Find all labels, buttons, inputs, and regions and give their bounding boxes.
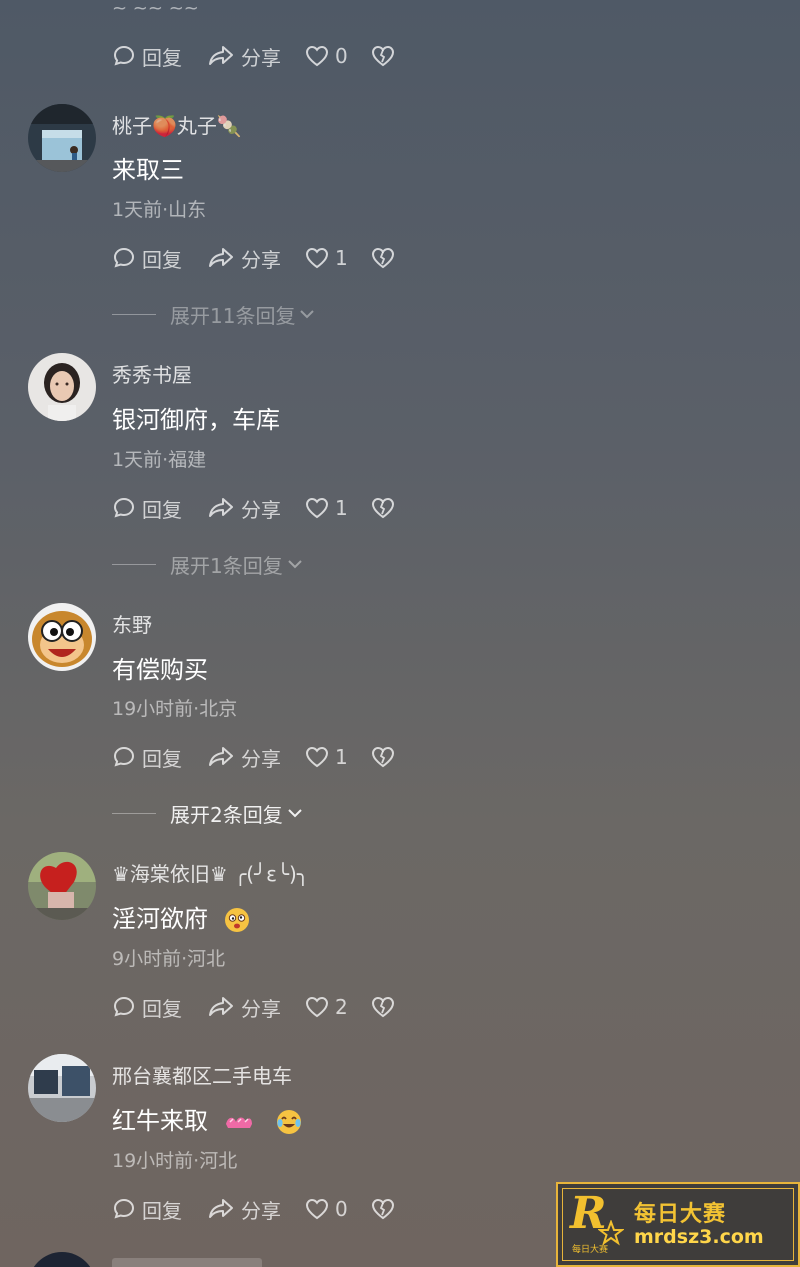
comment-meta: 9小时前·河北 — [112, 948, 226, 970]
action-row: 回复 分享 1 — [112, 493, 401, 523]
share-arrow-icon — [209, 747, 233, 766]
heart-icon — [305, 1198, 329, 1220]
dizzy-face-emoji-icon — [224, 908, 249, 932]
dislike-button[interactable] — [371, 746, 401, 768]
share-button[interactable]: 分享 — [207, 743, 305, 772]
divider — [112, 313, 156, 315]
share-arrow-icon — [209, 248, 233, 267]
comment-meta: 1天前·福建 — [112, 449, 207, 471]
broken-heart-icon — [371, 45, 395, 67]
logo-url: mrdsz3.com — [634, 1226, 764, 1248]
like-button[interactable]: 1 — [305, 496, 371, 520]
action-row: 回复 分享 1 — [112, 243, 401, 273]
reply-button[interactable]: 回复 — [112, 42, 207, 71]
red-bull-sticker-icon — [225, 1117, 252, 1128]
next-avatar-partial — [28, 1252, 96, 1267]
broken-heart-icon — [371, 247, 395, 269]
logo-name: 每日大赛 — [634, 1202, 727, 1227]
avatar[interactable] — [28, 603, 96, 671]
expand-replies-button[interactable]: 展开11条回复 — [112, 301, 315, 328]
reply-button[interactable]: 回复 — [112, 993, 207, 1022]
chevron-down-icon — [300, 310, 315, 319]
comment-bubble-icon — [113, 497, 135, 518]
like-button[interactable]: 1 — [305, 745, 371, 769]
heart-icon — [305, 247, 329, 269]
heart-icon — [305, 996, 329, 1018]
reply-button[interactable]: 回复 — [112, 1195, 207, 1224]
comment-text: 有偿购买 — [112, 656, 208, 684]
comment-bubble-icon — [113, 1198, 135, 1219]
comment-username[interactable]: 邢台襄都区二手电车 — [112, 1060, 292, 1089]
broken-heart-icon — [371, 996, 395, 1018]
chevron-down-icon — [288, 560, 302, 569]
dislike-button[interactable] — [371, 497, 401, 519]
action-row: 回复 分享 1 — [112, 742, 401, 772]
comment-username[interactable]: 秀秀书屋 — [112, 359, 192, 388]
next-username-partial — [112, 1258, 272, 1267]
avatar[interactable] — [28, 353, 96, 421]
heart-icon — [305, 45, 329, 67]
broken-heart-icon — [371, 497, 395, 519]
share-arrow-icon — [209, 997, 233, 1016]
comment-username[interactable]: 东野 — [112, 609, 152, 638]
comment-text: 淫河欲府 — [112, 899, 250, 934]
action-row: 回复 分享 2 — [112, 992, 401, 1022]
action-row: 回复 分享 0 — [112, 41, 401, 71]
comment-text: 红牛来取 — [112, 1101, 303, 1136]
comment-meta: 1天前·山东 — [112, 199, 207, 221]
reply-button[interactable]: 回复 — [112, 743, 207, 772]
divider — [112, 812, 156, 814]
watermark-logo: R 每日大赛 每日大赛 mrdsz3.com — [556, 1182, 800, 1267]
share-arrow-icon — [209, 498, 233, 517]
comment-meta: 19小时前·河北 — [112, 1150, 238, 1172]
comment-bubble-icon — [113, 45, 135, 66]
share-button[interactable]: 分享 — [207, 244, 305, 273]
comment-text: 银河御府，车库 — [112, 406, 280, 434]
chevron-down-icon — [288, 809, 302, 818]
comment-text: 来取三 — [112, 156, 184, 184]
crying-laughing-emoji-icon — [277, 1110, 302, 1134]
broken-heart-icon — [371, 746, 395, 768]
share-button[interactable]: 分享 — [207, 1195, 305, 1224]
dislike-button[interactable] — [371, 45, 401, 67]
like-button[interactable]: 1 — [305, 246, 371, 270]
comment-bubble-icon — [113, 746, 135, 767]
logo-small-text: 每日大赛 — [572, 1245, 609, 1255]
share-button[interactable]: 分享 — [207, 993, 305, 1022]
clipped-previous-meta: ~ ~~ ~~ — [112, 0, 199, 14]
like-button[interactable]: 0 — [305, 44, 371, 68]
like-button[interactable]: 2 — [305, 995, 371, 1019]
avatar[interactable] — [28, 104, 96, 172]
broken-heart-icon — [371, 1198, 395, 1220]
dislike-button[interactable] — [371, 247, 401, 269]
comment-bubble-icon — [113, 996, 135, 1017]
heart-icon — [305, 746, 329, 768]
heart-icon — [305, 497, 329, 519]
dislike-button[interactable] — [371, 996, 401, 1018]
avatar[interactable] — [28, 1054, 96, 1122]
comment-bubble-icon — [113, 247, 135, 268]
like-button[interactable]: 0 — [305, 1197, 371, 1221]
expand-replies-button[interactable]: 展开1条回复 — [112, 551, 303, 578]
share-arrow-icon — [209, 1199, 233, 1218]
comment-username[interactable]: 桃子🍑丸子🍡 — [112, 110, 242, 139]
reply-button[interactable]: 回复 — [112, 494, 207, 523]
share-button[interactable]: 分享 — [207, 494, 305, 523]
share-button[interactable]: 分享 — [207, 42, 305, 71]
avatar[interactable] — [28, 852, 96, 920]
action-row: 回复 分享 0 — [112, 1194, 401, 1224]
reply-button[interactable]: 回复 — [112, 244, 207, 273]
expand-replies-button[interactable]: 展开2条回复 — [112, 800, 303, 827]
comment-username[interactable]: ♛海棠依旧♛ ╭(╯ε╰)╮ — [112, 858, 309, 887]
comment-meta: 19小时前·北京 — [112, 698, 238, 720]
divider — [112, 563, 156, 565]
share-arrow-icon — [209, 46, 233, 65]
dislike-button[interactable] — [371, 1198, 401, 1220]
